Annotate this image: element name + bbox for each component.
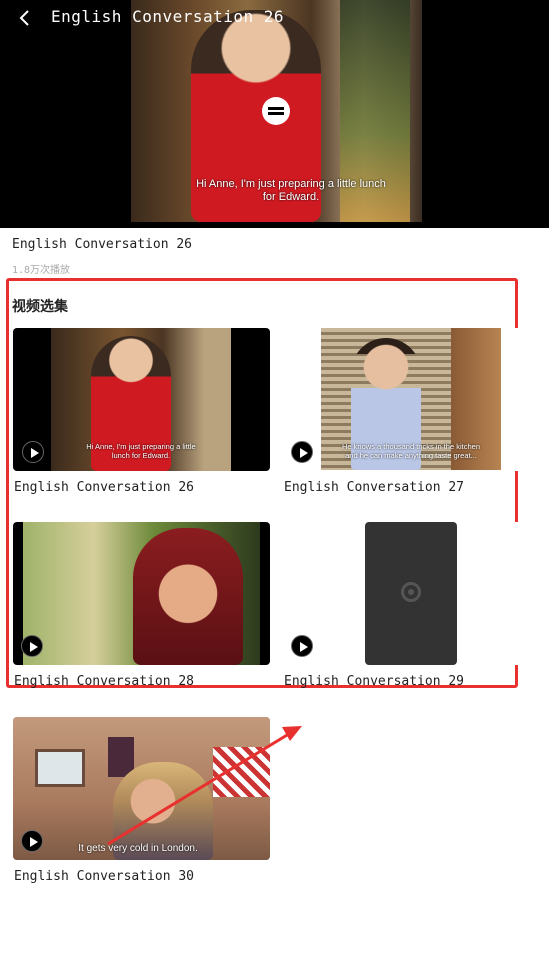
page-title: English Conversation 26 [51, 7, 285, 26]
episode-thumbnail [283, 522, 540, 665]
thumbnail-subtitle: It gets very cold in London. [78, 843, 198, 854]
play-icon[interactable] [22, 441, 44, 463]
thumbnail-image: Hi Anne, I'm just preparing a little lun… [51, 328, 231, 471]
top-bar: English Conversation 26 [0, 0, 549, 36]
thumbnail-placeholder [365, 522, 457, 665]
episode-label: English Conversation 29 [284, 674, 465, 689]
episode-label: English Conversation 30 [14, 869, 195, 884]
loading-icon [401, 582, 421, 602]
pause-icon[interactable] [262, 97, 290, 125]
episodes-section-title: 视频选集 [12, 299, 68, 315]
episode-card[interactable]: It gets very cold in London. English Con… [13, 717, 270, 887]
episode-card[interactable]: English Conversation 29 [283, 522, 540, 692]
video-player[interactable]: Hi Anne, I'm just preparing a little lun… [0, 0, 549, 228]
episode-card[interactable]: Hi Anne, I'm just preparing a little lun… [13, 328, 270, 498]
player-subtitle: Hi Anne, I'm just preparing a little lun… [196, 178, 386, 203]
play-icon[interactable] [21, 830, 43, 852]
episode-label: English Conversation 26 [14, 480, 195, 495]
episode-card[interactable]: English Conversation 28 [13, 522, 270, 692]
play-icon[interactable] [291, 441, 313, 463]
episode-thumbnail [13, 522, 270, 665]
view-count: 1.8万次播放 [12, 265, 71, 276]
episode-label: English Conversation 27 [284, 480, 465, 495]
thumbnail-image: He knows a thousand tricks in the kitche… [321, 328, 501, 470]
play-icon[interactable] [291, 635, 313, 657]
episode-thumbnail: Hi Anne, I'm just preparing a little lun… [13, 328, 270, 471]
thumbnail-subtitle: Hi Anne, I'm just preparing a little lun… [86, 442, 196, 460]
episode-thumbnail: He knows a thousand tricks in the kitche… [283, 328, 540, 471]
episode-thumbnail: It gets very cold in London. [13, 717, 270, 860]
back-arrow-icon[interactable] [18, 8, 32, 28]
thumbnail-image: It gets very cold in London. [13, 717, 270, 860]
episode-card[interactable]: He knows a thousand tricks in the kitche… [283, 328, 540, 498]
episode-label: English Conversation 28 [14, 674, 195, 689]
thumbnail-subtitle: He knows a thousand tricks in the kitche… [342, 442, 480, 460]
thumbnail-image [23, 522, 260, 665]
video-title: English Conversation 26 [12, 237, 193, 252]
play-icon[interactable] [21, 635, 43, 657]
